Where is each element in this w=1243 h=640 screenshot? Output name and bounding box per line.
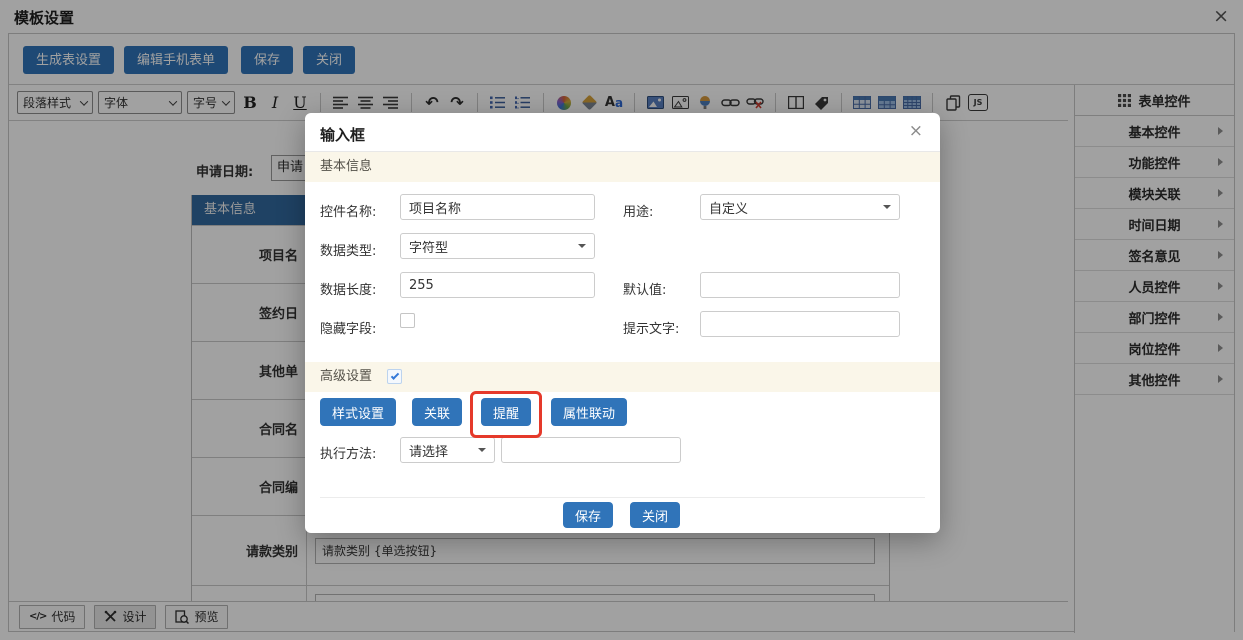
exec-method-label: 执行方法: [320, 443, 376, 462]
data-length-input[interactable] [400, 272, 595, 298]
hidden-field-label: 隐藏字段: [320, 318, 376, 337]
dialog-save-button[interactable]: 保存 [563, 502, 613, 528]
data-type-label: 数据类型: [320, 240, 376, 259]
hint-text-label: 提示文字: [623, 318, 679, 337]
exec-method-select[interactable]: 请选择 [400, 437, 495, 463]
control-name-label: 控件名称: [320, 201, 376, 220]
dialog-close-button[interactable]: 关闭 [630, 502, 680, 528]
check-icon [390, 371, 398, 379]
template-settings-window: 模板设置 × 生成表设置 编辑手机表单 保存 关闭 段落样式 字体 字号 B I… [0, 0, 1243, 640]
default-value-label: 默认值: [623, 279, 666, 298]
divider [320, 497, 925, 498]
hidden-field-checkbox[interactable] [400, 313, 415, 328]
section-basic-info: 基本信息 [305, 152, 940, 182]
property-linkage-button[interactable]: 属性联动 [551, 398, 627, 426]
caret-down-icon [578, 244, 586, 252]
advanced-settings-checkbox[interactable] [387, 369, 402, 384]
caret-down-icon [478, 448, 486, 456]
usage-select[interactable]: 自定义 [700, 194, 900, 220]
default-value-input[interactable] [700, 272, 900, 298]
data-type-select[interactable]: 字符型 [400, 233, 595, 259]
input-box-dialog: 输入框 × 基本信息 控件名称: 用途: 自定义 数据类型: 字符型 数据长度:… [305, 113, 940, 533]
control-name-input[interactable] [400, 194, 595, 220]
dialog-title: 输入框 [320, 124, 365, 145]
usage-label: 用途: [623, 201, 653, 220]
hint-text-input[interactable] [700, 311, 900, 337]
remind-button[interactable]: 提醒 [481, 398, 531, 426]
style-settings-button[interactable]: 样式设置 [320, 398, 396, 426]
relation-button[interactable]: 关联 [412, 398, 462, 426]
data-length-label: 数据长度: [320, 279, 376, 298]
dialog-close-icon[interactable]: × [909, 121, 923, 141]
caret-down-icon [883, 205, 891, 213]
exec-method-input[interactable] [501, 437, 681, 463]
